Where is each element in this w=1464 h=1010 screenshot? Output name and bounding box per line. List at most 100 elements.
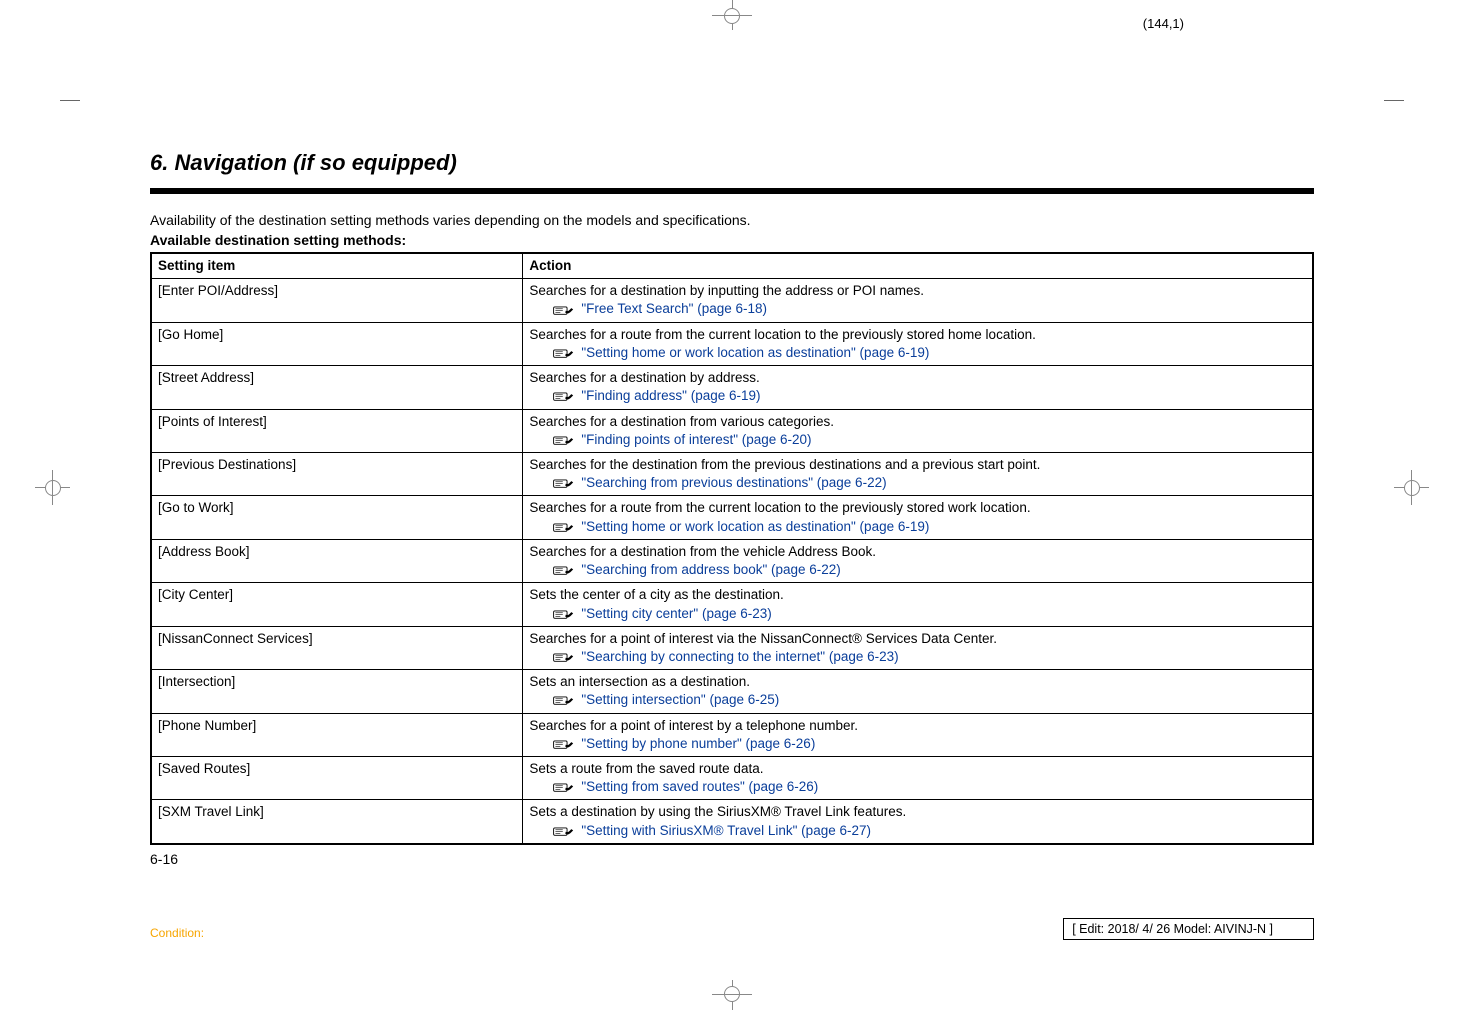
page-footer: Condition: [ Edit: 2018/ 4/ 26 Model: AI… [150,918,1314,940]
action-text: Searches for a point of interest via the… [529,631,997,646]
reference-hand-icon [553,563,575,577]
cell-setting-item: [Enter POI/Address] [151,279,523,322]
action-text: Searches for a destination from the vehi… [529,544,876,559]
cell-action: Sets the center of a city as the destina… [523,583,1313,626]
crop-mark-top [702,0,762,30]
cell-setting-item: [City Center] [151,583,523,626]
cross-reference: "Finding address" (page 6-19) [553,387,1306,405]
cell-setting-item: [NissanConnect Services] [151,626,523,669]
setting-item-text: [Intersection] [158,674,235,689]
setting-item-text: [Street Address] [158,370,254,385]
cell-action: Searches for a destination by inputting … [523,279,1313,322]
trim-mark-right [1384,75,1404,101]
reference-hand-icon [553,389,575,403]
page-number: 6-16 [150,851,1314,867]
cell-action: Searches for a destination from the vehi… [523,539,1313,582]
setting-item-text: [SXM Travel Link] [158,804,264,819]
table-row: [Saved Routes] Sets a route from the sav… [151,757,1313,800]
header-setting-item: Setting item [151,253,523,279]
reference-link[interactable]: "Setting intersection" (page 6-25) [581,691,779,709]
cell-setting-item: [Intersection] [151,670,523,713]
action-text: Searches for a point of interest by a te… [529,718,858,733]
reference-hand-icon [553,433,575,447]
reference-link[interactable]: "Setting with SiriusXM® Travel Link" (pa… [581,822,871,840]
cross-reference: "Searching from address book" (page 6-22… [553,561,1306,579]
cell-action: Searches for a route from the current lo… [523,496,1313,539]
setting-item-text: [Address Book] [158,544,250,559]
table-row: [Go Home] Searches for a route from the … [151,322,1313,365]
table-header-row: Setting item Action [151,253,1313,279]
cell-setting-item: [Go Home] [151,322,523,365]
cross-reference: "Setting city center" (page 6-23) [553,605,1306,623]
cross-reference: "Setting with SiriusXM® Travel Link" (pa… [553,822,1306,840]
cell-action: Searches for the destination from the pr… [523,452,1313,495]
cell-action: Sets an intersection as a destination. "… [523,670,1313,713]
cell-setting-item: [Points of Interest] [151,409,523,452]
action-text: Searches for the destination from the pr… [529,457,1040,472]
reference-link[interactable]: "Setting from saved routes" (page 6-26) [581,778,818,796]
reference-hand-icon [553,520,575,534]
cell-action: Sets a route from the saved route data. … [523,757,1313,800]
reference-link[interactable]: "Searching from previous destinations" (… [581,474,886,492]
action-text: Sets the center of a city as the destina… [529,587,783,602]
table-row: [Intersection] Sets an intersection as a… [151,670,1313,713]
section-rule [150,188,1314,194]
table-row: [NissanConnect Services] Searches for a … [151,626,1313,669]
table-row: [Enter POI/Address] Searches for a desti… [151,279,1313,322]
reference-link[interactable]: "Finding points of interest" (page 6-20) [581,431,811,449]
cross-reference: "Finding points of interest" (page 6-20) [553,431,1306,449]
action-text: Searches for a route from the current lo… [529,500,1030,515]
setting-item-text: [City Center] [158,587,233,602]
setting-item-text: [Phone Number] [158,718,256,733]
setting-item-text: [Go Home] [158,327,223,342]
condition-label: Condition: [150,926,204,940]
cell-action: Searches for a point of interest by a te… [523,713,1313,756]
cell-action: Searches for a destination from various … [523,409,1313,452]
reference-link[interactable]: "Searching from address book" (page 6-22… [581,561,840,579]
reference-link[interactable]: "Setting city center" (page 6-23) [581,605,771,623]
action-text: Sets a destination by using the SiriusXM… [529,804,906,819]
setting-item-text: [Enter POI/Address] [158,283,278,298]
action-text: Sets a route from the saved route data. [529,761,763,776]
setting-item-text: [Go to Work] [158,500,234,515]
cross-reference: "Setting from saved routes" (page 6-26) [553,778,1306,796]
cell-setting-item: [Street Address] [151,366,523,409]
reference-hand-icon [553,737,575,751]
reference-link[interactable]: "Free Text Search" (page 6-18) [581,300,767,318]
reference-link[interactable]: "Searching by connecting to the internet… [581,648,898,666]
cell-setting-item: [Go to Work] [151,496,523,539]
table-row: [SXM Travel Link] Sets a destination by … [151,800,1313,844]
cell-setting-item: [Saved Routes] [151,757,523,800]
cross-reference: "Free Text Search" (page 6-18) [553,300,1306,318]
cross-reference: "Setting home or work location as destin… [553,344,1306,362]
table-row: [Previous Destinations] Searches for the… [151,452,1313,495]
header-action: Action [523,253,1313,279]
cell-action: Searches for a destination by address. "… [523,366,1313,409]
reference-hand-icon [553,607,575,621]
table-row: [Go to Work] Searches for a route from t… [151,496,1313,539]
reference-hand-icon [553,650,575,664]
action-text: Sets an intersection as a destination. [529,674,750,689]
action-text: Searches for a destination by address. [529,370,759,385]
setting-item-text: [Previous Destinations] [158,457,296,472]
crop-mark-bottom [702,980,762,1010]
reference-link[interactable]: "Setting home or work location as destin… [581,344,929,362]
action-text: Searches for a destination from various … [529,414,834,429]
edit-info-box: [ Edit: 2018/ 4/ 26 Model: AIVINJ-N ] [1063,918,1314,940]
cell-action: Searches for a route from the current lo… [523,322,1313,365]
reference-hand-icon [553,346,575,360]
cross-reference: "Searching from previous destinations" (… [553,474,1306,492]
setting-item-text: [Points of Interest] [158,414,267,429]
table-caption: Available destination setting methods: [150,232,1314,248]
cell-setting-item: [Address Book] [151,539,523,582]
reference-link[interactable]: "Setting by phone number" (page 6-26) [581,735,815,753]
table-row: [Phone Number] Searches for a point of i… [151,713,1313,756]
cell-setting-item: [Phone Number] [151,713,523,756]
action-text: Searches for a route from the current lo… [529,327,1036,342]
cell-setting-item: [Previous Destinations] [151,452,523,495]
cell-setting-item: [SXM Travel Link] [151,800,523,844]
reference-link[interactable]: "Finding address" (page 6-19) [581,387,760,405]
cross-reference: "Setting home or work location as destin… [553,518,1306,536]
reference-link[interactable]: "Setting home or work location as destin… [581,518,929,536]
table-row: [City Center] Sets the center of a city … [151,583,1313,626]
